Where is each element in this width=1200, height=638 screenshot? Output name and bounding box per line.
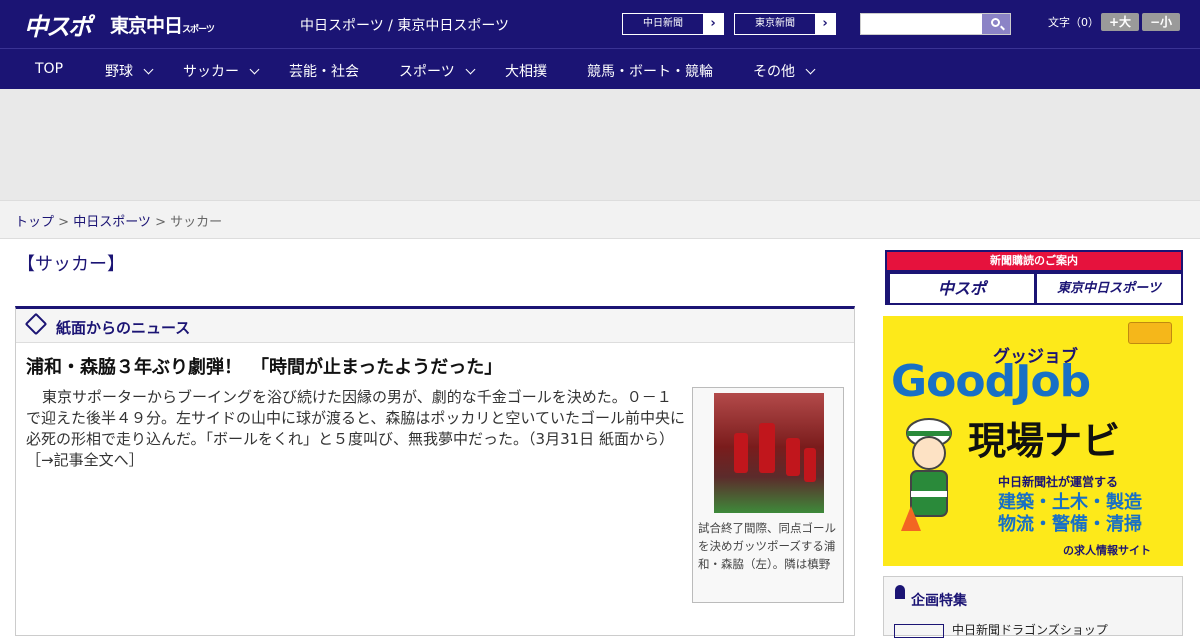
nav-label: TOP xyxy=(35,61,64,77)
nav-label: その他 xyxy=(753,64,795,80)
goodjob-ad[interactable]: グッジョブ GoodJob 現場ナビ 中日新聞社が運営する 建築・土木・製造 物流… xyxy=(883,316,1183,566)
search-button[interactable] xyxy=(982,14,1010,34)
font-bigger-button[interactable]: +大 xyxy=(1101,13,1139,31)
breadcrumb-separator: > xyxy=(54,215,74,230)
tokyo-logo-main: 東京中日 xyxy=(110,15,183,37)
nav-label: 大相撲 xyxy=(505,64,547,80)
goodjob-fields: 建築・土木・製造 物流・警備・清掃 xyxy=(998,492,1142,536)
font-size-label: 文字（0） xyxy=(1048,16,1099,29)
nav-item-soccer[interactable]: サッカー xyxy=(183,61,260,81)
search-box xyxy=(860,13,1011,35)
worker-illustration-icon xyxy=(901,418,952,531)
chevron-down-icon xyxy=(465,64,476,75)
subscribe-tokyo-button[interactable]: 東京中日スポーツ xyxy=(1037,274,1181,303)
page-title: 【サッカー】 xyxy=(17,254,125,275)
tokyo-logo-small: スポーツ xyxy=(182,25,215,35)
breadcrumb-separator: > xyxy=(150,215,171,230)
paper-link-label: 東京新聞 xyxy=(735,14,815,34)
article-summary: 東京サポーターからブーイングを浴び続けた因縁の男が、劇的な千金ゴールを決めた。０… xyxy=(26,387,686,471)
special-features-box: 企画特集 中日新聞ドラゴンズショップ xyxy=(883,576,1183,638)
nav-item-entertainment[interactable]: 芸能・社会 xyxy=(289,61,359,81)
subscribe-chuspo-button[interactable]: 中スポ xyxy=(890,274,1034,303)
search-icon xyxy=(991,18,1000,27)
photo-player-figure xyxy=(734,433,748,473)
tokyo-chunichi-logo[interactable]: 東京中日スポーツ xyxy=(110,11,215,38)
feature-thumbnail xyxy=(894,623,944,638)
nav-label: 野球 xyxy=(105,64,133,80)
main-nav: TOP 野球 サッカー 芸能・社会 スポーツ 大相撲 競馬・ボート・競輪 その他 xyxy=(0,48,1200,89)
photo-player-figure xyxy=(786,438,800,476)
chevron-down-icon xyxy=(249,64,260,75)
goodjob-fields-line1: 建築・土木・製造 xyxy=(998,492,1142,513)
article-body-text: 東京サポーターからブーイングを浴び続けた因縁の男が、劇的な千金ゴールを決めた。０… xyxy=(26,388,685,448)
news-section-label: 紙面からのニュース xyxy=(56,319,191,337)
top-header: 中スポ 東京中日スポーツ 中日スポーツ / 東京中日スポーツ 中日新聞 › 東京新… xyxy=(0,0,1200,48)
news-section: 紙面からのニュース 浦和・森脇３年ぶり劇弾！ 「時間が止まったようだった」 東京… xyxy=(15,306,855,636)
chevron-down-icon xyxy=(143,64,154,75)
chevron-right-icon: › xyxy=(710,16,716,31)
article-photo[interactable] xyxy=(714,393,824,513)
search-input[interactable] xyxy=(861,14,981,34)
nav-label: スポーツ xyxy=(399,64,455,80)
news-section-header: 紙面からのニュース xyxy=(16,309,854,343)
site-name: 中日スポーツ / 東京中日スポーツ xyxy=(300,18,510,34)
nav-label: 競馬・ボート・競輪 xyxy=(587,64,713,80)
tokyo-shimbun-link[interactable]: 東京新聞 › xyxy=(734,13,836,35)
chunichi-shimbun-link[interactable]: 中日新聞 › xyxy=(622,13,724,35)
subscription-bar: 新聞購読のご案内 xyxy=(887,252,1181,270)
special-features-label: 企画特集 xyxy=(911,593,967,609)
pin-icon xyxy=(895,585,905,599)
font-smaller-button[interactable]: −小 xyxy=(1142,13,1180,31)
breadcrumb-bar: トップ > 中日スポーツ > サッカー xyxy=(0,200,1200,239)
nav-label: サッカー xyxy=(183,64,239,80)
nav-item-sumo[interactable]: 大相撲 xyxy=(505,61,547,81)
special-feature-item-label: 中日新聞ドラゴンズショップ xyxy=(952,623,1108,637)
breadcrumb-current: サッカー xyxy=(170,215,223,230)
article-photo-box: 試合終了間際、同点ゴールを決めガッツポーズする浦和・森脇（左）。隣は槙野 xyxy=(692,387,844,603)
goodjob-subtitle: 現場ナビ xyxy=(968,419,1121,463)
chevron-right-icon: › xyxy=(822,16,828,31)
nav-label: 芸能・社会 xyxy=(289,64,359,80)
newspaper-icon xyxy=(24,312,48,336)
nav-item-baseball[interactable]: 野球 xyxy=(105,61,154,81)
goodjob-fields-line2: 物流・警備・清掃 xyxy=(998,514,1142,535)
breadcrumb-chunichi-link[interactable]: 中日スポーツ xyxy=(73,215,151,230)
goodjob-operator: 中日新聞社が運営する xyxy=(998,475,1119,489)
nav-item-sports[interactable]: スポーツ xyxy=(399,61,476,81)
breadcrumb-top-link[interactable]: トップ xyxy=(15,215,54,230)
article-headline[interactable]: 浦和・森脇３年ぶり劇弾！ 「時間が止まったようだった」 xyxy=(26,353,502,379)
goodjob-title: GoodJob xyxy=(891,356,1091,407)
breadcrumb: トップ > 中日スポーツ > サッカー xyxy=(15,211,222,230)
photo-player-figure xyxy=(804,448,816,482)
truck-icon xyxy=(1128,322,1172,344)
ad-banner-area xyxy=(0,89,1200,200)
goodjob-tagline: の求人情報サイト xyxy=(1063,544,1151,557)
photo-player-figure xyxy=(759,423,775,473)
nav-item-racing[interactable]: 競馬・ボート・競輪 xyxy=(587,61,713,81)
chuspo-logo[interactable]: 中スポ xyxy=(24,7,92,42)
photo-caption: 試合終了間際、同点ゴールを決めガッツポーズする浦和・森脇（左）。隣は槙野 xyxy=(698,521,836,571)
nav-item-other[interactable]: その他 xyxy=(753,61,816,81)
read-more-link[interactable]: ［→記事全文へ］ xyxy=(26,451,144,469)
subscription-banner[interactable]: 新聞購読のご案内 中スポ 東京中日スポーツ xyxy=(885,250,1183,305)
chevron-down-icon xyxy=(805,64,816,75)
nav-item-top[interactable]: TOP xyxy=(35,61,63,77)
paper-link-label: 中日新聞 xyxy=(623,14,703,34)
